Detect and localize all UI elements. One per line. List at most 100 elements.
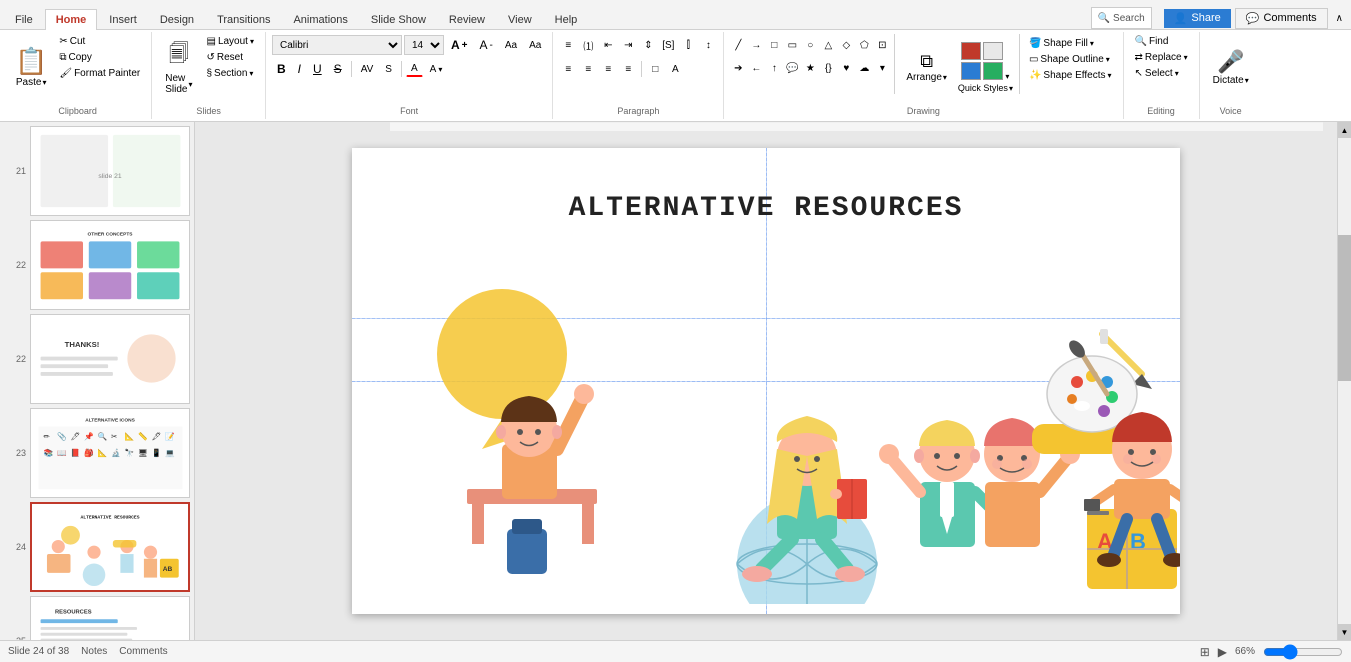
- character-spacing-button[interactable]: AV: [356, 62, 379, 77]
- strikethrough-button[interactable]: S: [329, 60, 347, 78]
- align-left-button[interactable]: ≡: [559, 60, 577, 78]
- shape-pentagon[interactable]: ⬠: [856, 37, 872, 53]
- text-direction-button[interactable]: ⇕: [639, 36, 657, 54]
- tab-transitions[interactable]: Transitions: [206, 9, 281, 30]
- shapes-expand-icon[interactable]: ▾: [874, 60, 890, 76]
- tab-design[interactable]: Design: [149, 9, 205, 30]
- share-button[interactable]: 👤 Share: [1164, 9, 1231, 28]
- justify-button[interactable]: ≡: [619, 60, 637, 78]
- search-label[interactable]: Search: [1113, 13, 1145, 24]
- shape-triangle[interactable]: △: [820, 37, 836, 53]
- shape-diamond[interactable]: ◇: [838, 37, 854, 53]
- font-size-select[interactable]: 14: [404, 35, 444, 55]
- right-scrollbar[interactable]: ▲ ▼: [1337, 122, 1351, 640]
- tab-slideshow[interactable]: Slide Show: [360, 9, 437, 30]
- convert-to-smartart-button[interactable]: [S]: [659, 36, 677, 54]
- slide-thumb-22[interactable]: 22 OTHER CONCEPTS: [4, 220, 190, 310]
- canvas-area: ALTERNATIVE RESOURCES: [195, 122, 1337, 640]
- shape-cloud[interactable]: ☁: [856, 60, 872, 76]
- shape-heart[interactable]: ♥: [838, 60, 854, 76]
- paste-button[interactable]: 📋 Paste ▾: [10, 34, 52, 100]
- text-box-button[interactable]: □: [646, 60, 664, 78]
- qs-green[interactable]: [983, 62, 1003, 80]
- status-comments-button[interactable]: Comments: [119, 646, 167, 657]
- tab-file[interactable]: File: [4, 9, 44, 30]
- shape-rect[interactable]: □: [766, 37, 782, 53]
- qs-red[interactable]: [961, 42, 981, 60]
- scroll-up-button[interactable]: ▲: [1338, 122, 1351, 138]
- shape-line[interactable]: ╱: [730, 37, 746, 53]
- quick-styles-dropdown-icon[interactable]: ▾: [1005, 72, 1009, 81]
- slideshow-view-button[interactable]: ▶: [1218, 645, 1227, 659]
- arrange-button[interactable]: ⧉ Arrange ▾: [899, 34, 954, 100]
- align-right-button[interactable]: ≡: [599, 60, 617, 78]
- decrease-font-button[interactable]: A-: [475, 36, 498, 54]
- align-center-button[interactable]: ≡: [579, 60, 597, 78]
- dictate-button[interactable]: 🎤 Dictate ▾: [1206, 34, 1256, 100]
- normal-view-button[interactable]: ⊞: [1200, 645, 1210, 659]
- text-shadow-button[interactable]: S: [380, 62, 397, 77]
- tab-animations[interactable]: Animations: [282, 9, 358, 30]
- slide-canvas[interactable]: ALTERNATIVE RESOURCES: [352, 148, 1180, 614]
- shape-arrow[interactable]: →: [748, 37, 764, 53]
- select-button[interactable]: ↖ Select ▾: [1130, 66, 1193, 81]
- shadow-button[interactable]: A: [666, 60, 684, 78]
- increase-font-button[interactable]: A+: [446, 36, 473, 54]
- tab-help[interactable]: Help: [544, 9, 589, 30]
- italic-button[interactable]: I: [293, 60, 306, 78]
- shape-callout[interactable]: 💬: [784, 60, 800, 76]
- shape-star[interactable]: ★: [802, 60, 818, 76]
- bold-button[interactable]: B: [272, 60, 291, 78]
- shape-oval[interactable]: ○: [802, 37, 818, 53]
- slide-thumb-25[interactable]: 25 RESOURCES: [4, 596, 190, 640]
- font-name-select[interactable]: Calibri: [272, 35, 402, 55]
- qs-gray[interactable]: [983, 42, 1003, 60]
- numbering-button[interactable]: ⑴: [579, 36, 597, 54]
- slide-img-21: slide 21: [30, 126, 190, 216]
- scroll-thumb[interactable]: [1338, 235, 1351, 381]
- find-button[interactable]: 🔍 Find: [1130, 34, 1193, 49]
- line-spacing-button[interactable]: ↕: [699, 36, 717, 54]
- bullets-button[interactable]: ≡: [559, 36, 577, 54]
- tab-insert[interactable]: Insert: [98, 9, 148, 30]
- layout-button[interactable]: ▤ Layout ▾: [201, 34, 259, 49]
- shape-right-arrow[interactable]: ➔: [730, 60, 746, 76]
- qs-blue[interactable]: [961, 62, 981, 80]
- shape-more[interactable]: ⊡: [874, 37, 890, 53]
- columns-button[interactable]: ⫿: [679, 36, 697, 54]
- thumb-content-22: OTHER CONCEPTS: [31, 221, 189, 309]
- replace-button[interactable]: ⇄ Replace ▾: [1130, 50, 1193, 65]
- shape-left-arrow[interactable]: ←: [748, 60, 764, 76]
- reset-button[interactable]: ↺ Reset: [201, 50, 259, 65]
- slide-thumb-21[interactable]: 21 slide 21: [4, 126, 190, 216]
- shape-up-arrow[interactable]: ↑: [766, 60, 782, 76]
- font-color-button[interactable]: A: [406, 61, 423, 77]
- collapse-ribbon-button[interactable]: ∧: [1336, 13, 1343, 24]
- shape-effects-button[interactable]: ✨ Shape Effects ▾: [1024, 68, 1117, 83]
- status-notes-button[interactable]: Notes: [81, 646, 107, 657]
- tab-home[interactable]: Home: [45, 9, 98, 30]
- tab-review[interactable]: Review: [438, 9, 496, 30]
- clear-format-button[interactable]: Aa: [500, 38, 522, 53]
- section-button[interactable]: § Section ▾: [201, 66, 259, 81]
- slide-thumb-23a[interactable]: 22 THANKS!: [4, 314, 190, 404]
- comments-button[interactable]: 💬 Comments: [1235, 8, 1328, 29]
- tab-view[interactable]: View: [497, 9, 543, 30]
- slide-thumb-23[interactable]: 23 ALTERNATIVE ICONS ✏ 📎 🖊 📌 🔍 ✂ �: [4, 408, 190, 498]
- format-painter-button[interactable]: 🖌 Format Painter: [54, 66, 145, 81]
- zoom-slider[interactable]: [1263, 644, 1343, 660]
- change-case-button[interactable]: Aa: [524, 38, 546, 53]
- scroll-down-button[interactable]: ▼: [1338, 624, 1351, 640]
- slide-thumb-24[interactable]: 24 ALTERNATIVE RESOURCES: [4, 502, 190, 592]
- shape-fill-button[interactable]: 🪣 Shape Fill ▾: [1024, 36, 1117, 51]
- copy-button[interactable]: ⧉ Copy: [54, 50, 145, 65]
- underline-button[interactable]: U: [308, 60, 327, 78]
- shape-outline-button[interactable]: ▭ Shape Outline ▾: [1024, 52, 1117, 67]
- shape-rounded-rect[interactable]: ▭: [784, 37, 800, 53]
- cut-button[interactable]: ✂ Cut: [54, 34, 145, 49]
- new-slide-button[interactable]: 🗐 NewSlide ▾: [158, 34, 199, 100]
- decrease-indent-button[interactable]: ⇤: [599, 36, 617, 54]
- shape-bracket[interactable]: {}: [820, 60, 836, 76]
- increase-indent-button[interactable]: ⇥: [619, 36, 637, 54]
- highlight-color-button[interactable]: A▾: [425, 62, 448, 77]
